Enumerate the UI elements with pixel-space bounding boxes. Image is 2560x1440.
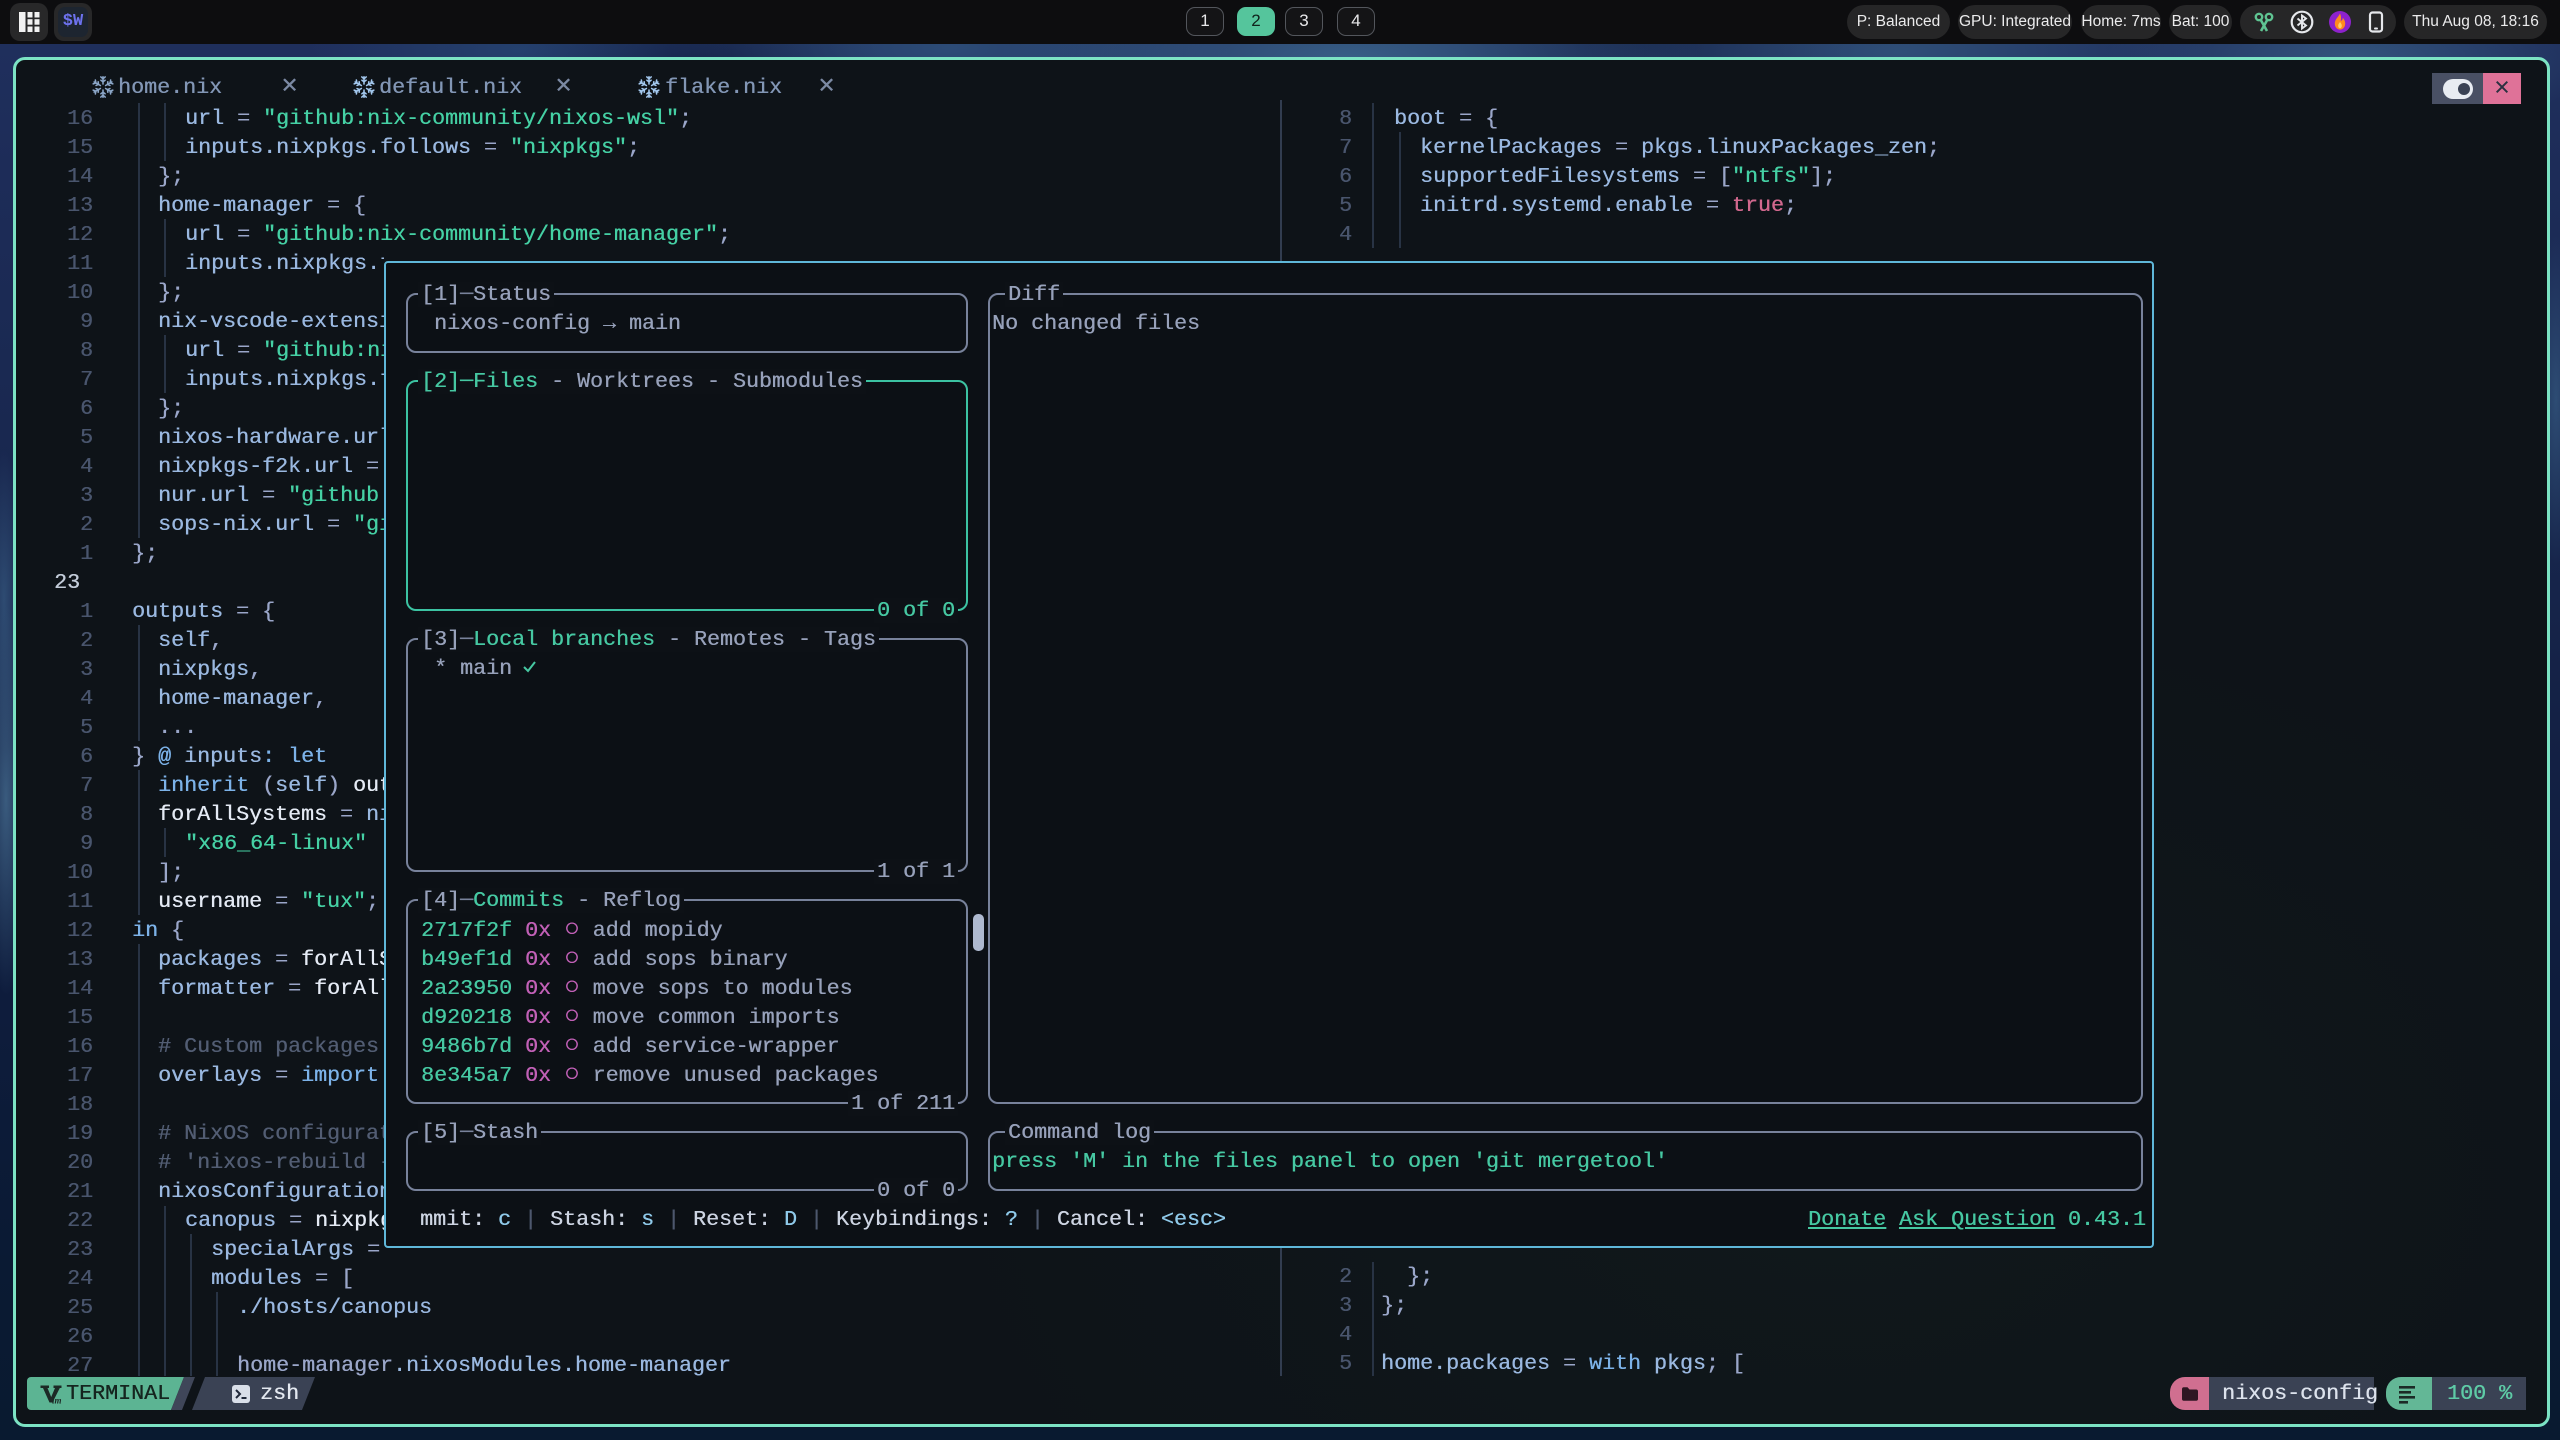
svg-text:im: im (52, 1396, 62, 1406)
